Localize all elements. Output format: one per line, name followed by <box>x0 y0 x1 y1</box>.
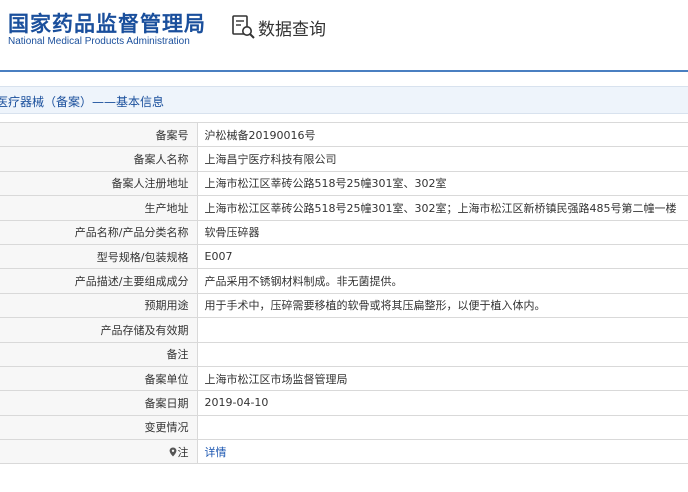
info-table-body: 备案号 沪松械备20190016号 备案人名称 上海昌宁医疗科技有限公司 备案人注册地址… <box>0 121 688 465</box>
table-row: 备案人注册地址 上海市松江区莘砖公路518号25幢301室、302室 <box>0 170 688 197</box>
brand-name-cn[interactable]: 国家药品监督管理局 <box>8 8 206 38</box>
device-info-table: 备案号 沪松械备20190016号 备案人名称 上海昌宁医疗科技有限公司 备案人注册地址… <box>0 121 688 465</box>
table-row: 产品描述/主要组成成分 产品采用不锈钢材料制成。非无菌提供。 <box>0 268 688 294</box>
data-query-label: 数据查询 <box>258 19 326 40</box>
table-row: 备案人名称 上海昌宁医疗科技有限公司 <box>0 146 688 172</box>
field-label: 变更情况 <box>0 414 198 441</box>
table-row: 产品名称/产品分类名称 软骨压碎器 <box>0 219 688 245</box>
table-row: 变更情况 <box>0 414 688 441</box>
location-pin-icon <box>169 447 176 457</box>
field-value <box>197 341 688 367</box>
table-row: 型号规格/包装规格 E007 <box>0 243 688 270</box>
field-label: 备案号 <box>0 121 198 148</box>
note-value: 详情 <box>197 439 688 465</box>
field-value: 上海昌宁医疗科技有限公司 <box>197 146 688 172</box>
table-row-note: 注 详情 <box>0 439 688 465</box>
table-row: 预期用途 用于手术中，压碎需要移植的软骨或将其压扁整形，以便于植入体内。 <box>0 292 688 319</box>
field-value: 软骨压碎器 <box>197 219 688 245</box>
field-value: 上海市松江区莘砖公路518号25幢301室、302室 <box>197 170 688 197</box>
field-label: 备注 <box>0 341 198 367</box>
section-title: 医疗器械（备案）——基本信息 <box>0 95 165 109</box>
field-label: 型号规格/包装规格 <box>0 243 198 270</box>
table-row: 生产地址 上海市松江区莘砖公路518号25幢301室、302室；上海市松江区新桥镇… <box>0 195 688 221</box>
table-row: 备案单位 上海市松江区市场监督管理局 <box>0 365 688 392</box>
table-row: 产品存储及有效期 <box>0 317 688 343</box>
details-link[interactable]: 详情 <box>205 446 227 459</box>
field-value <box>197 317 688 343</box>
table-row: 备注 <box>0 341 688 367</box>
site-header: 国家药品监督管理局 National Medical Products Admi… <box>0 0 688 70</box>
field-value: 上海市松江区市场监督管理局 <box>197 365 688 392</box>
note-label: 注 <box>0 439 198 465</box>
field-label: 备案人名称 <box>0 146 198 172</box>
field-label: 预期用途 <box>0 292 198 319</box>
data-query-link[interactable]: 数据查询 <box>230 14 326 40</box>
field-value <box>197 414 688 441</box>
search-document-icon <box>232 15 255 39</box>
field-label: 备案日期 <box>0 390 198 416</box>
field-value: 沪松械备20190016号 <box>197 121 688 148</box>
field-value: 2019-04-10 <box>197 390 688 416</box>
field-label: 备案单位 <box>0 365 198 392</box>
note-label-text: 注 <box>177 445 189 459</box>
field-label: 生产地址 <box>0 195 198 221</box>
field-label: 产品存储及有效期 <box>0 317 198 343</box>
table-row: 备案号 沪松械备20190016号 <box>0 121 688 148</box>
field-label: 产品名称/产品分类名称 <box>0 219 198 245</box>
field-label: 产品描述/主要组成成分 <box>0 268 198 294</box>
field-value: 用于手术中，压碎需要移植的软骨或将其压扁整形，以便于植入体内。 <box>197 292 688 319</box>
brand-name-en[interactable]: National Medical Products Administration <box>8 36 190 47</box>
section-header: 医疗器械（备案）——基本信息 <box>0 86 688 114</box>
field-value: 产品采用不锈钢材料制成。非无菌提供。 <box>197 268 688 294</box>
header-divider <box>0 70 688 72</box>
table-row: 备案日期 2019-04-10 <box>0 390 688 416</box>
field-value: E007 <box>197 243 688 270</box>
field-value: 上海市松江区莘砖公路518号25幢301室、302室；上海市松江区新桥镇民强路4… <box>197 195 688 221</box>
field-label: 备案人注册地址 <box>0 170 198 197</box>
